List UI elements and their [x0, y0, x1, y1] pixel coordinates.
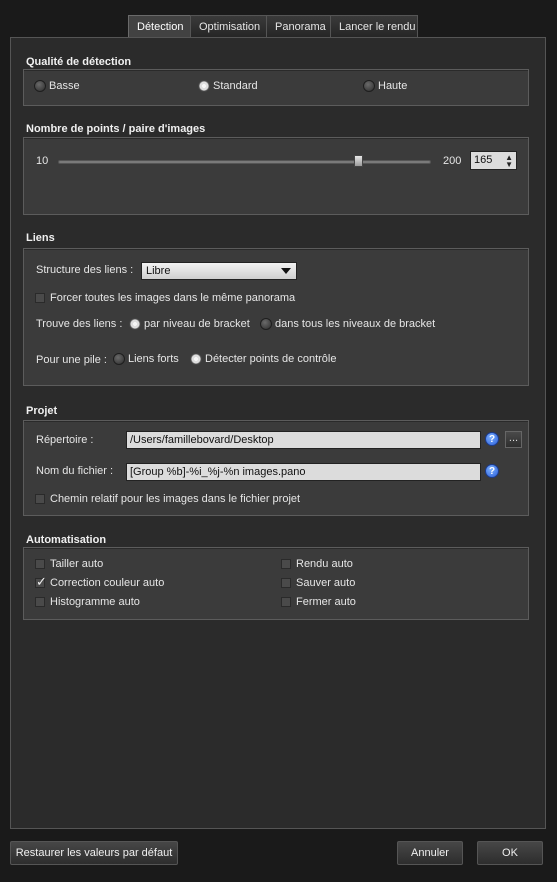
file-field[interactable]: [Group %b]-%i_%j-%n images.pano — [126, 463, 481, 481]
radio-standard-label[interactable]: Standard — [213, 80, 258, 92]
radio-per-bracket[interactable] — [129, 318, 141, 330]
cancel-button[interactable]: Annuler — [397, 841, 463, 865]
structure-select[interactable]: Libre — [141, 262, 297, 280]
auto-close-label[interactable]: Fermer auto — [296, 596, 356, 608]
points-stepper[interactable]: 165 ▲ ▼ — [470, 151, 517, 170]
radio-all-brackets[interactable] — [260, 318, 272, 330]
ok-button[interactable]: OK — [477, 841, 543, 865]
tab-render[interactable]: Lancer le rendu — [330, 15, 418, 37]
stack-label: Pour une pile : — [36, 354, 107, 366]
auto-close-checkbox[interactable] — [281, 597, 291, 607]
radio-per-bracket-label[interactable]: par niveau de bracket — [144, 318, 250, 330]
points-slider-track[interactable] — [58, 160, 431, 164]
radio-basse-label[interactable]: Basse — [49, 80, 80, 92]
slider-min-label: 10 — [36, 155, 49, 167]
auto-crop-checkbox[interactable] — [35, 559, 45, 569]
slider-max-label: 200 — [443, 155, 462, 167]
chevron-down-icon — [281, 268, 291, 274]
auto-color-label[interactable]: Correction couleur auto — [50, 577, 164, 589]
force-panorama-checkbox[interactable] — [35, 293, 45, 303]
help-icon[interactable]: ? — [485, 432, 499, 446]
radio-detect-cp-label[interactable]: Détecter points de contrôle — [205, 353, 336, 365]
auto-histogram-checkbox[interactable] — [35, 597, 45, 607]
auto-save-checkbox[interactable] — [281, 578, 291, 588]
links-title: Liens — [26, 232, 55, 244]
points-stepper-value: 165 — [474, 154, 493, 166]
tab-detection[interactable]: Détection — [128, 15, 191, 38]
structure-select-value: Libre — [146, 265, 171, 277]
project-title: Projet — [26, 405, 58, 417]
auto-color-checkbox[interactable]: ✓ — [35, 574, 47, 589]
radio-detect-cp[interactable] — [190, 353, 202, 365]
relative-path-label[interactable]: Chemin relatif pour les images dans le f… — [50, 493, 300, 505]
help-icon[interactable]: ? — [485, 464, 499, 478]
radio-strong-links[interactable] — [113, 353, 125, 365]
radio-haute-label[interactable]: Haute — [378, 80, 407, 92]
force-panorama-label[interactable]: Forcer toutes les images dans le même pa… — [50, 292, 295, 304]
radio-haute[interactable] — [363, 80, 375, 92]
radio-all-brackets-label[interactable]: dans tous les niveaux de bracket — [275, 318, 435, 330]
structure-label: Structure des liens : — [36, 264, 134, 276]
detection-quality-title: Qualité de détection — [26, 56, 132, 68]
auto-crop-label[interactable]: Tailler auto — [50, 558, 103, 570]
auto-render-label[interactable]: Rendu auto — [296, 558, 353, 570]
auto-render-checkbox[interactable] — [281, 559, 291, 569]
auto-histogram-label[interactable]: Histogramme auto — [50, 596, 140, 608]
points-slider-thumb[interactable] — [354, 155, 363, 167]
restore-defaults-button[interactable]: Restaurer les valeurs par défaut — [10, 841, 178, 865]
radio-basse[interactable] — [34, 80, 46, 92]
auto-save-label[interactable]: Sauver auto — [296, 577, 355, 589]
automation-title: Automatisation — [26, 534, 107, 546]
browse-button[interactable]: ... — [505, 431, 522, 448]
points-title: Nombre de points / paire d'images — [26, 123, 206, 135]
radio-standard[interactable] — [198, 80, 210, 92]
file-label: Nom du fichier : — [36, 465, 114, 477]
detection-quality-box — [23, 69, 529, 106]
tab-panorama[interactable]: Panorama — [266, 15, 331, 37]
points-box — [23, 137, 529, 215]
find-links-label: Trouve des liens : — [36, 318, 123, 330]
tab-bar: Détection Optimisation Panorama Lancer l… — [128, 15, 418, 38]
dir-field[interactable]: /Users/famillebovard/Desktop — [126, 431, 481, 449]
radio-strong-links-label[interactable]: Liens forts — [128, 353, 179, 365]
relative-path-checkbox[interactable] — [35, 494, 45, 504]
checkmark-icon: ✓ — [36, 574, 47, 589]
dir-label: Répertoire : — [36, 434, 94, 446]
tab-optimisation[interactable]: Optimisation — [190, 15, 267, 37]
stepper-arrows-icon[interactable]: ▲ ▼ — [505, 154, 513, 169]
